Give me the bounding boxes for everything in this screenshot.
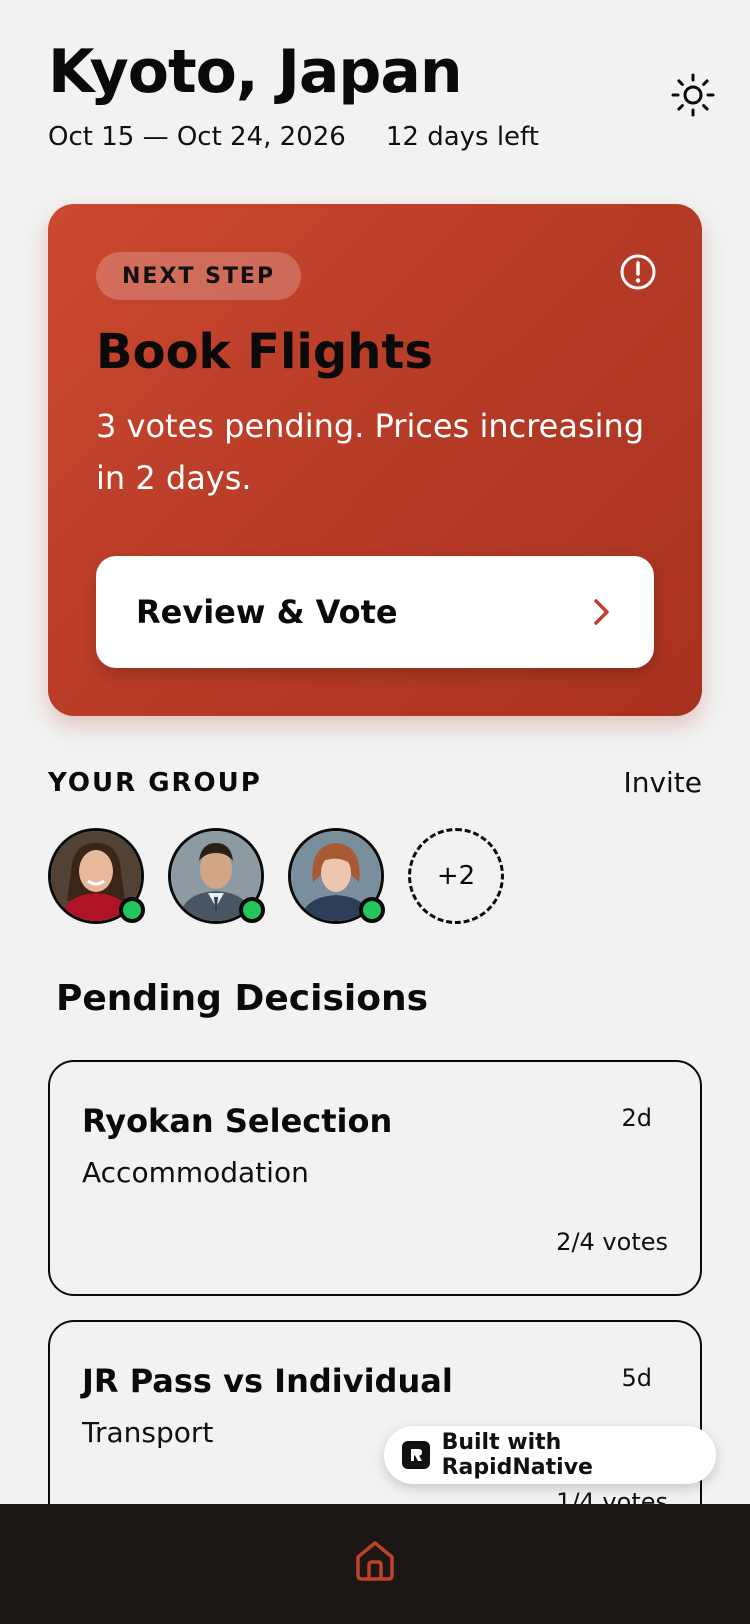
alert-button[interactable] (618, 252, 658, 292)
alert-circle-icon (620, 254, 656, 290)
days-left: 12 days left (385, 122, 539, 152)
online-indicator (239, 897, 265, 923)
decision-category: Transport (82, 1416, 214, 1449)
group-title: YOUR GROUP (48, 767, 262, 798)
avatar[interactable] (168, 828, 265, 924)
built-with-badge[interactable]: Built with RapidNative (384, 1426, 716, 1484)
trip-subtitle: Oct 15 — Oct 24, 2026 12 days left (48, 122, 702, 152)
avatar[interactable] (288, 828, 385, 924)
pending-decisions-title: Pending Decisions (56, 978, 429, 1019)
group-header: YOUR GROUP Invite (48, 766, 702, 799)
group-avatars: +2 (48, 828, 504, 924)
rapidnative-logo-icon (402, 1441, 430, 1469)
trip-dates: Oct 15 — Oct 24, 2026 (48, 122, 346, 152)
home-icon (356, 1541, 394, 1581)
next-step-card: NEXT STEP Book Flights 3 votes pending. … (48, 204, 702, 716)
trip-title: Kyoto, Japan (48, 37, 463, 107)
review-vote-button[interactable]: Review & Vote (96, 556, 654, 668)
online-indicator (119, 897, 145, 923)
invite-link[interactable]: Invite (623, 766, 702, 799)
trip-header: Kyoto, Japan Oct 15 — Oct 24, 2026 12 da… (48, 36, 702, 152)
decision-title: Ryokan Selection (82, 1102, 393, 1140)
decision-category: Accommodation (82, 1156, 309, 1189)
next-step-title: Book Flights (96, 324, 433, 380)
chevron-right-icon (594, 599, 609, 625)
more-members-button[interactable]: +2 (408, 828, 504, 924)
sun-icon (671, 73, 715, 117)
decision-title: JR Pass vs Individual (82, 1362, 453, 1400)
decision-age: 2d (621, 1104, 652, 1132)
tab-home[interactable] (347, 1532, 403, 1588)
next-step-description: 3 votes pending. Prices increasing in 2 … (96, 407, 645, 497)
review-vote-label: Review & Vote (136, 593, 398, 631)
built-with-label: Built with RapidNative (441, 1430, 593, 1480)
bottom-tab-bar (0, 1504, 750, 1624)
avatar[interactable] (48, 828, 145, 924)
decision-card[interactable]: Ryokan Selection Accommodation 2d 2/4 vo… (48, 1060, 702, 1296)
decision-age: 5d (621, 1364, 652, 1392)
next-step-badge: NEXT STEP (96, 252, 302, 300)
decision-votes: 2/4 votes (556, 1228, 668, 1256)
online-indicator (359, 897, 385, 923)
theme-toggle-button[interactable] (668, 70, 718, 120)
